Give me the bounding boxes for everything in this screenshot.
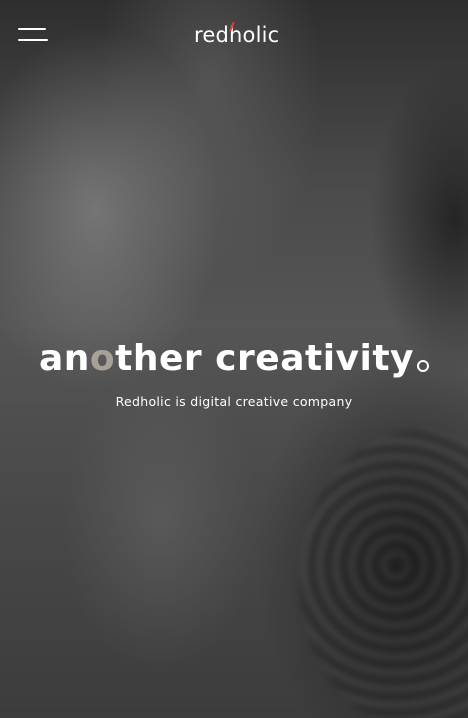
menu-line-top <box>18 28 46 30</box>
site-header: redholic <box>0 0 468 72</box>
headline-part-2: ther creativity <box>115 338 415 379</box>
logo-link[interactable]: redholic <box>194 20 280 50</box>
headline-accent-letter: o <box>89 338 116 379</box>
hamburger-menu-icon[interactable] <box>18 27 50 45</box>
headline-dot <box>417 360 430 372</box>
hero-headline: another creativity <box>0 336 468 382</box>
menu-line-bottom <box>18 39 48 41</box>
headline-part-1: an <box>38 338 90 379</box>
logo-text: redholic <box>194 23 280 47</box>
hero-background-swirl <box>300 430 468 718</box>
hero-subline: Redholic is digital creative company <box>115 394 353 409</box>
